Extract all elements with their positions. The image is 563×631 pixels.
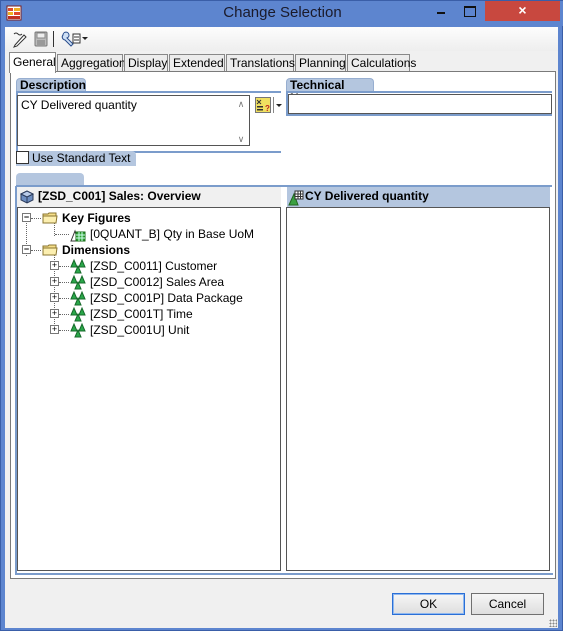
technical-name-input[interactable] [288,94,552,114]
save-icon[interactable] [32,30,50,48]
use-standard-text-label: Use Standard Text [32,151,131,165]
tab-planning[interactable]: Planning [295,54,346,72]
selection-detail-pane[interactable] [286,207,550,571]
tab-general[interactable]: General [9,52,56,73]
tree-connector [31,218,41,219]
description-label: Description [16,78,86,92]
expand-icon[interactable]: + [50,277,59,286]
scroll-down-icon[interactable]: ∨ [236,134,246,144]
general-tab-page: Description CY Delivered quantity ∧ ∨ ? … [10,71,556,579]
tab-translations[interactable]: Translations [226,54,295,72]
description-value: CY Delivered quantity [21,98,137,112]
close-button[interactable]: × [485,1,560,21]
tree-node-label: Key Figures [62,211,131,225]
tools-icon[interactable] [60,30,82,48]
tree-connector [59,266,69,267]
tree-node-label: Dimensions [62,243,131,257]
characteristic-icon [70,258,86,274]
tab-extended[interactable]: Extended [169,54,225,72]
expand-icon[interactable]: + [50,309,59,318]
infoprovider-header: [ZSD_C001] Sales: Overview [17,187,281,207]
tree-item-label: [ZSD_C0012] Sales Area [90,275,225,289]
toolbar-separator [53,31,54,47]
text-symbols-icon[interactable]: ? [255,97,271,113]
use-standard-text-checkbox[interactable] [16,151,29,164]
minimize-button[interactable] [428,1,454,21]
resize-grip[interactable] [549,619,557,627]
edit-icon[interactable] [11,30,29,48]
tree-item-dimension[interactable]: + [ZSD_C001P] Data Package [18,290,268,306]
maximize-button[interactable] [456,1,482,21]
tree-item-key-figure[interactable]: [0QUANT_B] Qty in Base UoM [18,226,268,242]
tab-aggregation[interactable]: Aggregation [57,54,126,72]
expand-icon[interactable]: + [50,325,59,334]
tree-node-key-figures[interactable]: − Key Figures [18,210,268,226]
tree-connector [59,314,69,315]
selection-header: CY Delivered quantity [287,187,550,207]
expand-icon[interactable]: + [50,261,59,270]
selection-title: CY Delivered quantity [305,189,429,203]
tree-connector [59,330,69,331]
tab-display[interactable]: Display [124,54,168,72]
tab-calculations[interactable]: Calculations [347,54,416,72]
description-group-line [16,91,281,93]
tree-connector [59,298,69,299]
description-textarea[interactable]: CY Delivered quantity ∧ ∨ [17,95,250,146]
tree-item-dimension[interactable]: + [ZSD_C001U] Unit [18,322,268,338]
change-selection-dialog: Change Selection × General Aggregation D… [0,0,563,631]
tree-item-label: [ZSD_C001T] Time [90,307,193,321]
title-bar[interactable]: Change Selection × [1,1,563,26]
tools-dropdown-arrow[interactable] [82,37,88,40]
tree-item-label: [ZSD_C0011] Customer [90,259,218,273]
tree-node-dimensions[interactable]: − Dimensions [18,242,268,258]
folder-icon [42,244,58,256]
key-figure-icon [70,229,86,242]
expand-icon[interactable]: + [50,293,59,302]
collapse-icon[interactable]: − [22,213,31,222]
characteristic-icon [70,322,86,338]
infocube-icon [19,190,35,204]
characteristic-icon [70,290,86,306]
tree-item-dimension[interactable]: + [ZSD_C0012] Sales Area [18,274,268,290]
collapse-icon[interactable]: − [22,245,31,254]
characteristic-icon [70,306,86,322]
tree-item-label: [0QUANT_B] Qty in Base UoM [90,227,255,241]
infoprovider-title: [ZSD_C001] Sales: Overview [38,189,201,203]
technical-name-label: Technical Name [286,78,374,105]
tree-connector [59,282,69,283]
tree-item-dimension[interactable]: + [ZSD_C0011] Customer [18,258,268,274]
characteristic-icon [70,274,86,290]
folder-icon [42,212,58,224]
tree-item-dimension[interactable]: + [ZSD_C001T] Time [18,306,268,322]
toolbar [5,27,558,51]
cancel-button[interactable]: Cancel [471,593,544,615]
scroll-up-icon[interactable]: ∧ [236,99,246,109]
ok-button[interactable]: OK [392,593,465,615]
infoprovider-tree[interactable]: − Key Figures [0QUANT_B] Qty in Base UoM… [17,207,281,571]
use-standard-text-row: Use Standard Text [16,151,136,166]
tree-connector [31,250,41,251]
tree-item-label: [ZSD_C001U] Unit [90,323,190,337]
tree-connector [55,234,69,235]
svg-text:?: ? [265,104,270,113]
text-symbols-dropdown[interactable] [273,97,282,113]
dialog-client: General Aggregation Display Extended Tra… [5,27,558,628]
tree-item-label: [ZSD_C001P] Data Package [90,291,243,305]
key-figure-icon [288,190,304,206]
